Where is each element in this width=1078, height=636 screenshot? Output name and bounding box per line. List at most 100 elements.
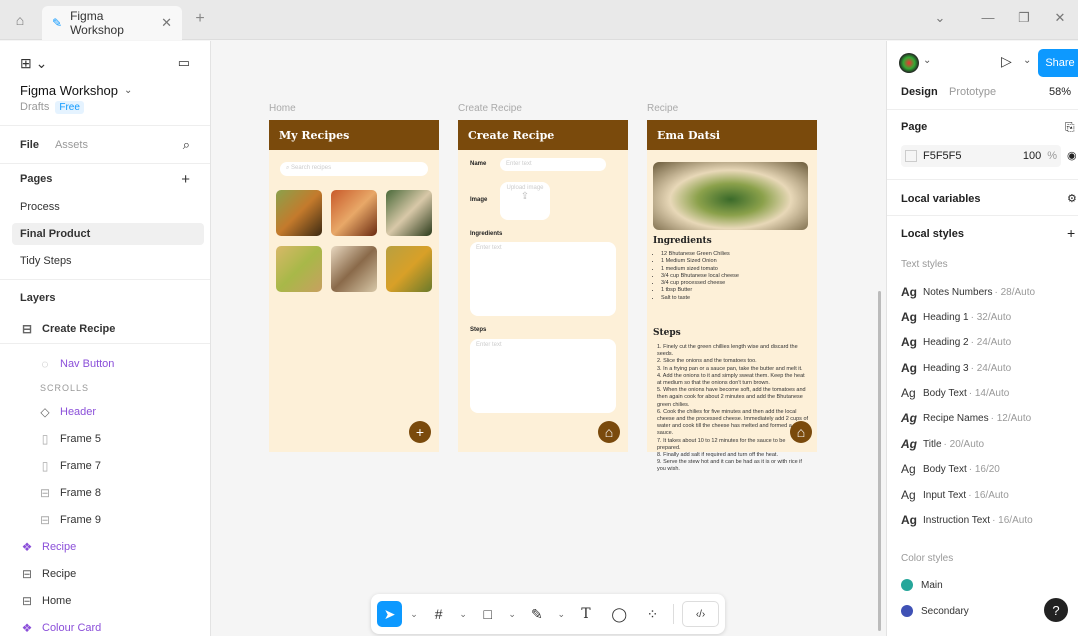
recipe-thumbnail[interactable]: [386, 190, 432, 236]
layer-colour-card[interactable]: ❖ Colour Card: [0, 617, 210, 636]
home-button[interactable]: ⌂: [598, 421, 620, 443]
add-style-icon[interactable]: +: [1067, 225, 1075, 241]
layer-header[interactable]: ◇ Header: [0, 401, 210, 423]
frame-label-recipe[interactable]: Recipe: [647, 103, 678, 114]
frame-home[interactable]: My Recipes ⌕ Search recipes +: [269, 120, 439, 452]
frame-recipe[interactable]: Ema Datsi Ingredients 12 Bhutanese Green…: [647, 120, 817, 472]
text-style-item[interactable]: Ag Title · 20/Auto: [901, 437, 984, 451]
chevron-down-icon[interactable]: ⌄: [928, 10, 952, 30]
recipe-thumbnail[interactable]: [276, 190, 322, 236]
chevron-down-icon[interactable]: ⌄: [459, 609, 467, 620]
new-tab-icon[interactable]: +: [190, 10, 210, 30]
page-opacity[interactable]: 100: [1023, 150, 1041, 162]
recipe-thumbnail[interactable]: [386, 246, 432, 292]
add-recipe-button[interactable]: +: [409, 421, 431, 443]
frame-label-home[interactable]: Home: [269, 103, 296, 114]
chevron-down-icon[interactable]: ⌄: [410, 609, 418, 620]
text-style-item[interactable]: Ag Input Text · 16/Auto: [901, 488, 1009, 502]
export-page-icon[interactable]: ⎘: [1065, 120, 1075, 135]
canvas-scrollbar[interactable]: [878, 291, 881, 631]
home-button[interactable]: ⌂: [790, 421, 812, 443]
comment-tool-icon[interactable]: ◯: [607, 601, 632, 627]
avatar[interactable]: [899, 53, 919, 73]
text-style-item[interactable]: Ag Body Text · 14/Auto: [901, 386, 1009, 400]
page-item-tidy-steps[interactable]: Tidy Steps: [0, 249, 210, 273]
style-name: Heading 2: [923, 336, 969, 348]
chevron-down-icon[interactable]: ⌄: [124, 85, 132, 96]
chevron-down-icon[interactable]: ⌄: [923, 55, 931, 66]
drafts-label[interactable]: Drafts: [20, 101, 49, 113]
pen-tool-icon[interactable]: ✎: [524, 601, 549, 627]
name-input[interactable]: Enter text: [500, 158, 606, 171]
text-style-item[interactable]: Ag Heading 1 · 32/Auto: [901, 310, 1011, 324]
layer-recipe-component[interactable]: ❖ Recipe: [0, 536, 210, 558]
share-button[interactable]: Share: [1038, 49, 1078, 77]
eye-icon[interactable]: ◉: [1067, 149, 1077, 162]
minimize-icon[interactable]: —: [976, 10, 1000, 30]
resources-tool-icon[interactable]: ⁘: [640, 601, 665, 627]
text-style-item[interactable]: Ag Body Text · 16/20: [901, 462, 1000, 476]
dev-mode-icon[interactable]: ‹/›: [682, 601, 720, 627]
ag-icon: Ag: [901, 411, 917, 425]
add-page-icon[interactable]: +: [181, 171, 190, 188]
steps-input[interactable]: Enter text: [470, 339, 616, 413]
zoom-level[interactable]: 58%: [1049, 86, 1071, 98]
page-color-swatch[interactable]: [905, 150, 917, 162]
restore-icon[interactable]: ❐: [1012, 10, 1036, 30]
layer-home[interactable]: ⊟ Home: [0, 590, 210, 612]
toggle-sidebar-icon[interactable]: ▭: [178, 55, 190, 71]
text-style-item[interactable]: Ag Instruction Text · 16/Auto: [901, 513, 1033, 527]
layer-nav-button[interactable]: ◌ Nav Button: [0, 353, 210, 375]
tab-figma-workshop[interactable]: ✎ Figma Workshop ✕: [42, 6, 182, 40]
home-icon[interactable]: ⌂: [10, 10, 30, 30]
frame-tool-icon[interactable]: #: [426, 601, 451, 627]
recipe-thumbnail[interactable]: [331, 246, 377, 292]
move-tool-icon[interactable]: ➤: [377, 601, 403, 627]
file-name[interactable]: Figma Workshop: [20, 83, 118, 98]
page-item-final-product[interactable]: Final Product: [12, 223, 204, 245]
help-button[interactable]: ?: [1044, 598, 1068, 622]
text-style-item[interactable]: Ag Heading 3 · 24/Auto: [901, 361, 1011, 375]
title-bar: ⌂ ✎ Figma Workshop ✕ + ⌄ — ❐ ✕: [0, 0, 1078, 40]
tab-assets[interactable]: Assets: [55, 139, 88, 151]
figma-menu-icon[interactable]: ⊞ ⌄: [20, 55, 47, 72]
text-style-item[interactable]: Ag Recipe Names · 12/Auto: [901, 411, 1031, 425]
chevron-down-icon[interactable]: ⌄: [508, 609, 516, 620]
text-tool-icon[interactable]: T: [573, 601, 598, 627]
variables-icon[interactable]: ⚙: [1067, 192, 1077, 205]
frame-grid-icon: ⊟: [21, 594, 33, 608]
recipe-thumbnail[interactable]: [331, 190, 377, 236]
layer-frame-9[interactable]: ⊟ Frame 9: [0, 509, 210, 531]
layer-create-recipe[interactable]: ⊟ Create Recipe: [0, 317, 210, 341]
local-variables-title[interactable]: Local variables: [901, 193, 981, 205]
search-icon[interactable]: ⌕: [183, 137, 190, 153]
chevron-down-icon[interactable]: ⌄: [557, 609, 565, 620]
close-tab-icon[interactable]: ✕: [161, 15, 172, 31]
tab-prototype[interactable]: Prototype: [949, 86, 996, 98]
layer-label: Create Recipe: [42, 323, 116, 335]
color-style-item[interactable]: Secondary: [901, 605, 969, 617]
upload-image-button[interactable]: Upload image ⇪: [500, 182, 550, 220]
close-window-icon[interactable]: ✕: [1048, 10, 1072, 30]
layer-recipe-frame[interactable]: ⊟ Recipe: [0, 563, 210, 585]
page-color-field[interactable]: F5F5F5 100 %: [901, 145, 1061, 167]
layer-frame-7[interactable]: ▯ Frame 7: [0, 455, 210, 477]
tab-file[interactable]: File: [20, 139, 39, 151]
layer-frame-5[interactable]: ▯ Frame 5: [0, 428, 210, 450]
text-style-item[interactable]: Ag Notes Numbers · 28/Auto: [901, 285, 1035, 299]
frame-label-create-recipe[interactable]: Create Recipe: [458, 103, 522, 114]
page-item-process[interactable]: Process: [0, 195, 210, 219]
tab-design[interactable]: Design: [901, 86, 938, 98]
text-style-item[interactable]: Ag Heading 2 · 24/Auto: [901, 335, 1011, 349]
color-style-item[interactable]: Main: [901, 579, 943, 591]
page-color-hex[interactable]: F5F5F5: [923, 150, 962, 162]
recipe-thumbnail[interactable]: [276, 246, 322, 292]
frame-create-recipe[interactable]: Create Recipe Name Enter text Image Uplo…: [458, 120, 628, 452]
chevron-down-icon[interactable]: ⌄: [1023, 55, 1031, 66]
canvas[interactable]: Home My Recipes ⌕ Search recipes + Creat…: [212, 41, 885, 636]
search-input[interactable]: ⌕ Search recipes: [280, 162, 428, 176]
rectangle-tool-icon[interactable]: □: [475, 601, 500, 627]
ingredients-input[interactable]: Enter text: [470, 242, 616, 316]
present-icon[interactable]: ▷: [1001, 53, 1012, 70]
layer-frame-8[interactable]: ⊟ Frame 8: [0, 482, 210, 504]
